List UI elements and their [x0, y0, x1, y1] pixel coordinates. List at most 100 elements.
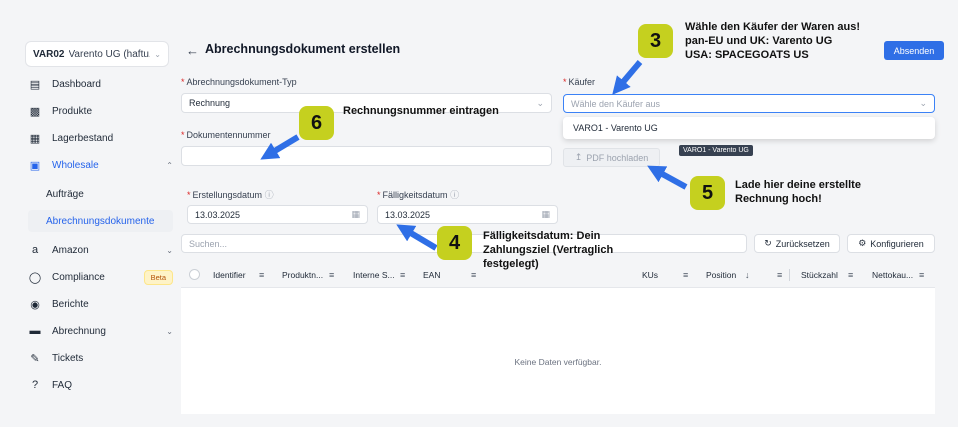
- chevron-down-icon: ⌄: [166, 326, 173, 336]
- filter-icon[interactable]: ≡: [919, 262, 924, 288]
- beta-badge: Beta: [143, 269, 173, 285]
- sidebar-item-label: Wholesale: [52, 159, 99, 171]
- filter-icon[interactable]: ≡: [683, 262, 688, 288]
- buyer-option-label: VARO1 - Varento UG: [573, 123, 658, 133]
- annotation-badge-3: 3: [638, 24, 673, 58]
- sidebar-item-label: Aufträge: [46, 188, 84, 200]
- sidebar-item-abrechnung[interactable]: ▬ Abrechnung ⌄: [28, 320, 174, 342]
- doc-number-label: * Dokumentennummer: [181, 130, 271, 140]
- due-date-label: * Fälligkeitsdatum ⓘ: [377, 190, 460, 200]
- annotation-badge-5: 5: [690, 176, 725, 210]
- buyer-tooltip: VARO1 - Varento UG: [679, 145, 753, 156]
- sidebar-item-amazon[interactable]: a Amazon ⌄: [28, 239, 173, 261]
- annotation-note-5: Lade hier deine erstellte Rechnung hoch!: [735, 179, 861, 205]
- sidebar-item-label: Abrechnung: [52, 325, 106, 337]
- chevron-up-icon: ⌃: [166, 160, 173, 170]
- filter-icon[interactable]: ≡: [329, 262, 334, 288]
- reset-button[interactable]: ↻ Zurücksetzen: [754, 234, 840, 253]
- sidebar-item-label: Tickets: [52, 352, 84, 364]
- organization-select[interactable]: VAR02 Varento UG (haftu... ⌄: [25, 41, 169, 67]
- sidebar-item-label: Produkte: [52, 105, 93, 117]
- filter-icon[interactable]: ≡: [259, 262, 264, 288]
- sidebar-item-tickets[interactable]: ✎ Tickets: [28, 347, 173, 369]
- created-date-input[interactable]: 13.03.2025 ▦: [187, 205, 368, 224]
- column-kus[interactable]: KUs: [642, 262, 658, 288]
- sidebar-subitem-abrechnungsdokumente[interactable]: Abrechnungsdokumente: [28, 210, 173, 232]
- org-name: Varento UG (haftu...: [68, 48, 151, 60]
- configure-button[interactable]: ⚙ Konfigurieren: [847, 234, 935, 253]
- sidebar-item-label: Abrechnungsdokumente: [46, 215, 155, 227]
- page-title: Abrechnungsdokument erstellen: [205, 42, 401, 56]
- annotation-note-4: Fälligkeitsdatum: Dein Zahlungsziel (Ver…: [483, 230, 614, 270]
- annotation-badge-6: 6: [299, 106, 334, 140]
- inventory-icon: ▦: [29, 132, 41, 145]
- sidebar-item-label: Dashboard: [52, 78, 101, 90]
- arrow-step3: [612, 60, 643, 95]
- info-icon: ⓘ: [450, 190, 460, 200]
- buyer-label: * Käufer: [563, 77, 596, 87]
- annotation-note-6: Rechnungsnummer eintragen: [343, 105, 499, 117]
- column-stueckzahl[interactable]: Stückzahl: [801, 262, 838, 288]
- data-table: Identifier ≡ Produktn... ≡ Interne S... …: [181, 262, 935, 414]
- pdf-upload-button[interactable]: ↥ PDF hochladen: [563, 148, 660, 167]
- arrow-step5: [647, 165, 688, 190]
- column-produktname[interactable]: Produktn...: [282, 262, 323, 288]
- sidebar: VAR02 Varento UG (haftu... ⌄ ▤ Dashboard…: [0, 0, 180, 427]
- shield-icon: ◯: [28, 271, 42, 284]
- chevron-down-icon: ⌄: [154, 49, 161, 59]
- chevron-down-icon: ⌄: [166, 245, 173, 255]
- filter-icon[interactable]: ≡: [848, 262, 853, 288]
- back-arrow-icon[interactable]: ←: [186, 43, 199, 58]
- sidebar-item-compliance[interactable]: ◯ Compliance Beta: [28, 266, 173, 288]
- filter-icon[interactable]: ≡: [777, 262, 782, 288]
- sidebar-item-faq[interactable]: ? FAQ: [28, 374, 173, 396]
- annotation-note-3: Wähle den Käufer der Waren aus! pan-EU u…: [685, 21, 861, 61]
- annotation-badge-4: 4: [437, 226, 472, 260]
- box-icon: ▩: [29, 105, 41, 118]
- billing-icon: ▬: [29, 325, 41, 337]
- column-position[interactable]: Position: [706, 262, 736, 288]
- sidebar-item-label: Lagerbestand: [52, 132, 114, 144]
- store-icon: ▣: [29, 159, 41, 172]
- ticket-icon: ✎: [30, 352, 40, 365]
- chevron-down-icon: ⌄: [536, 97, 544, 108]
- doc-number-input[interactable]: [181, 146, 552, 166]
- sidebar-item-lagerbestand[interactable]: ▦ Lagerbestand: [28, 127, 173, 149]
- info-icon: ⓘ: [264, 190, 274, 200]
- filter-icon[interactable]: ≡: [471, 262, 476, 288]
- column-identifier[interactable]: Identifier: [213, 262, 246, 288]
- column-nettokaufpreis[interactable]: Nettokau...: [872, 262, 913, 288]
- upload-icon: ↥: [574, 152, 583, 162]
- select-all-checkbox[interactable]: [189, 269, 200, 280]
- sidebar-item-label: Amazon: [52, 244, 89, 256]
- sidebar-item-berichte[interactable]: ◉ Berichte: [28, 293, 173, 315]
- created-date-label: * Erstellungsdatum ⓘ: [187, 190, 274, 200]
- sidebar-subitem-auftraege[interactable]: Aufträge: [28, 183, 173, 205]
- doc-type-label: * Abrechnungsdokument-Typ: [181, 77, 297, 87]
- filter-icon[interactable]: ≡: [400, 262, 405, 288]
- submit-button[interactable]: Absenden: [884, 41, 944, 60]
- column-ean[interactable]: EAN: [423, 262, 440, 288]
- calendar-icon: ▦: [541, 209, 550, 219]
- sidebar-item-label: FAQ: [52, 379, 73, 391]
- question-icon: ?: [31, 379, 39, 391]
- sidebar-item-produkte[interactable]: ▩ Produkte: [28, 100, 173, 122]
- amazon-icon: a: [31, 244, 39, 256]
- chevron-down-icon: ⌄: [919, 98, 927, 108]
- buyer-select[interactable]: Wähle den Käufer aus ⌄: [563, 94, 935, 113]
- due-date-input[interactable]: 13.03.2025 ▦: [377, 205, 558, 224]
- empty-state-text: Keine Daten verfügbar.: [514, 357, 602, 367]
- sort-down-icon[interactable]: ↓: [745, 262, 750, 288]
- calendar-icon: ▦: [351, 209, 360, 219]
- buyer-option[interactable]: VARO1 - Varento UG: [563, 117, 935, 139]
- column-interne-sku[interactable]: Interne S...: [353, 262, 395, 288]
- sidebar-item-dashboard[interactable]: ▤ Dashboard: [28, 73, 173, 95]
- dashboard-icon: ▤: [29, 78, 41, 91]
- sidebar-item-label: Berichte: [52, 298, 89, 310]
- reports-icon: ◉: [30, 298, 40, 311]
- doc-type-value: Rechnung: [189, 98, 231, 108]
- sidebar-item-wholesale[interactable]: ▣ Wholesale ⌃: [28, 154, 173, 176]
- reset-icon: ↻: [764, 238, 772, 248]
- org-code: VAR02: [33, 48, 65, 60]
- gear-icon: ⚙: [858, 238, 867, 248]
